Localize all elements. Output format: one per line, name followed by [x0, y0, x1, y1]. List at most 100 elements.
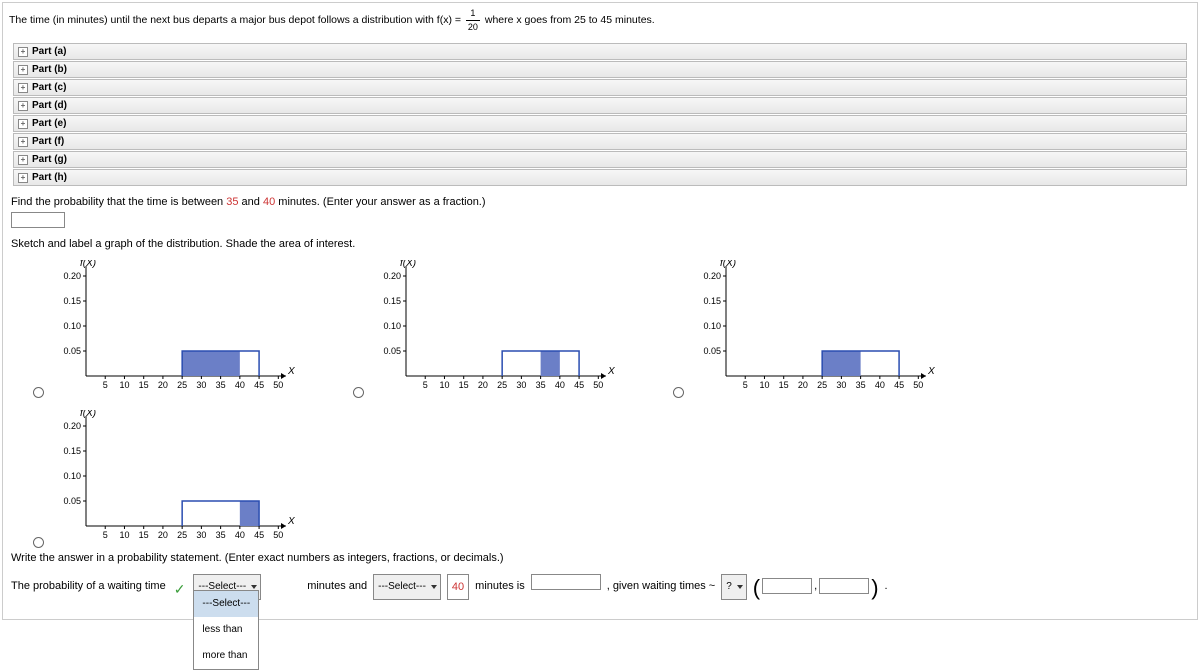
- dropdown-option[interactable]: ---Select---: [194, 591, 258, 617]
- paren-close-icon: ): [871, 577, 878, 599]
- svg-text:5: 5: [103, 380, 108, 390]
- svg-text:0.15: 0.15: [63, 446, 81, 456]
- question-write-statement: Write the answer in a probability statem…: [11, 552, 1189, 564]
- dropdown-option[interactable]: less than: [194, 617, 258, 643]
- svg-text:5: 5: [423, 380, 428, 390]
- q1-text-b: and: [242, 196, 263, 208]
- svg-text:0.10: 0.10: [383, 321, 401, 331]
- dropdown-2[interactable]: ---Select---: [373, 574, 441, 600]
- svg-text:0.20: 0.20: [63, 421, 81, 431]
- dropdown-option[interactable]: more than: [194, 643, 258, 669]
- svg-text:40: 40: [235, 380, 245, 390]
- param-a-input[interactable]: [762, 578, 812, 594]
- part-f-toggle[interactable]: +Part (f): [13, 133, 1187, 150]
- q1-text-c: minutes. (Enter your answer as a fractio…: [278, 196, 485, 208]
- svg-text:10: 10: [759, 380, 769, 390]
- plus-icon: +: [18, 137, 28, 147]
- part-label: Part (c): [32, 82, 66, 93]
- svg-text:45: 45: [254, 380, 264, 390]
- svg-text:X: X: [607, 366, 615, 377]
- svg-text:0.20: 0.20: [383, 271, 401, 281]
- svg-text:0.15: 0.15: [383, 296, 401, 306]
- stmt-t3: , given waiting times ~: [607, 574, 716, 598]
- distribution-params: ( , ): [753, 574, 879, 598]
- part-d-toggle[interactable]: +Part (d): [13, 97, 1187, 114]
- problem-container: The time (in minutes) until the next bus…: [2, 2, 1198, 620]
- check-icon: ✓: [174, 574, 186, 605]
- radio-icon[interactable]: [673, 387, 684, 398]
- svg-text:40: 40: [235, 530, 245, 540]
- part-label: Part (g): [32, 154, 67, 165]
- svg-text:35: 35: [856, 380, 866, 390]
- problem-intro: The time (in minutes) until the next bus…: [3, 3, 1197, 37]
- chart-option-2[interactable]: 0.050.100.150.205101520253035404550f(X)X: [353, 260, 633, 400]
- svg-text:30: 30: [516, 380, 526, 390]
- svg-text:0.10: 0.10: [63, 321, 81, 331]
- svg-text:30: 30: [836, 380, 846, 390]
- chart-1: 0.050.100.150.205101520253035404550f(X)X: [50, 260, 300, 400]
- paren-open-icon: (: [753, 577, 760, 599]
- chart-2: 0.050.100.150.205101520253035404550f(X)X: [370, 260, 620, 400]
- part-a-toggle[interactable]: + Part (a): [13, 43, 1187, 60]
- plus-icon: +: [18, 47, 28, 57]
- dropdown-1[interactable]: ---Select--- ---Select--- less than more…: [193, 574, 261, 600]
- chart-3: 0.050.100.150.205101520253035404550f(X)X: [690, 260, 940, 400]
- svg-text:0.15: 0.15: [703, 296, 721, 306]
- svg-text:10: 10: [439, 380, 449, 390]
- stmt-lead: The probability of a waiting time: [11, 574, 166, 598]
- chart-option-4[interactable]: 0.050.100.150.205101520253035404550f(X)X: [33, 410, 313, 550]
- question-sketch: Sketch and label a graph of the distribu…: [11, 238, 1189, 250]
- part-g-toggle[interactable]: + Part (g): [13, 151, 1187, 168]
- chart-option-3[interactable]: 0.050.100.150.205101520253035404550f(X)X: [673, 260, 953, 400]
- plus-icon: +: [18, 65, 28, 75]
- svg-text:5: 5: [103, 530, 108, 540]
- part-h-toggle[interactable]: +Part (h): [13, 169, 1187, 186]
- svg-text:0.05: 0.05: [63, 496, 81, 506]
- svg-text:45: 45: [894, 380, 904, 390]
- plus-icon: +: [18, 173, 28, 183]
- svg-text:35: 35: [216, 530, 226, 540]
- intro-text-a: The time (in minutes) until the next bus…: [9, 14, 464, 26]
- svg-text:20: 20: [158, 380, 168, 390]
- svg-text:25: 25: [177, 530, 187, 540]
- plus-icon: +: [18, 101, 28, 111]
- part-c-toggle[interactable]: +Part (c): [13, 79, 1187, 96]
- dropdown-2-value: ---Select---: [378, 581, 426, 592]
- charts-grid: 0.05 0.10 0.15 0.20 5 10 15 20 25 30 35 40 45 50 f(X) X…: [33, 260, 1197, 550]
- stmt-t2: minutes is: [475, 574, 525, 598]
- svg-text:0.05: 0.05: [703, 346, 721, 356]
- svg-text:f(X): f(X): [80, 260, 96, 269]
- svg-text:35: 35: [536, 380, 546, 390]
- radio-icon[interactable]: [33, 537, 44, 548]
- svg-text:15: 15: [779, 380, 789, 390]
- dropdown-1-list: ---Select--- less than more than: [193, 590, 259, 670]
- part-label: Part (a): [32, 46, 66, 57]
- svg-text:50: 50: [593, 380, 603, 390]
- plus-icon: +: [18, 155, 28, 165]
- svg-text:25: 25: [177, 380, 187, 390]
- svg-text:0.10: 0.10: [63, 471, 81, 481]
- dropdown-3[interactable]: ?: [721, 574, 747, 600]
- boxed-40: 40: [447, 574, 469, 600]
- part-label: Part (e): [32, 118, 66, 129]
- svg-text:15: 15: [459, 380, 469, 390]
- svg-text:45: 45: [254, 530, 264, 540]
- svg-text:50: 50: [913, 380, 923, 390]
- stmt-prob-input[interactable]: [531, 574, 601, 590]
- svg-text:f(X): f(X): [400, 260, 416, 269]
- param-b-input[interactable]: [819, 578, 869, 594]
- probability-input[interactable]: [11, 212, 65, 228]
- radio-icon[interactable]: [353, 387, 364, 398]
- svg-text:X: X: [927, 366, 935, 377]
- question-find-probability: Find the probability that the time is be…: [11, 196, 1189, 228]
- radio-icon[interactable]: [33, 387, 44, 398]
- svg-text:0.05: 0.05: [383, 346, 401, 356]
- probability-statement: The probability of a waiting time ✓ ---S…: [11, 574, 1189, 605]
- q1-value-35: 35: [226, 196, 238, 208]
- parts-list: +Part (a) +Part (b) +Part (c) +Part (d) …: [13, 43, 1187, 186]
- part-b-toggle[interactable]: +Part (b): [13, 61, 1187, 78]
- svg-text:20: 20: [798, 380, 808, 390]
- comma: ,: [814, 574, 817, 598]
- part-e-toggle[interactable]: +Part (e): [13, 115, 1187, 132]
- chart-option-1[interactable]: 0.050.100.150.205101520253035404550f(X)X: [33, 260, 313, 400]
